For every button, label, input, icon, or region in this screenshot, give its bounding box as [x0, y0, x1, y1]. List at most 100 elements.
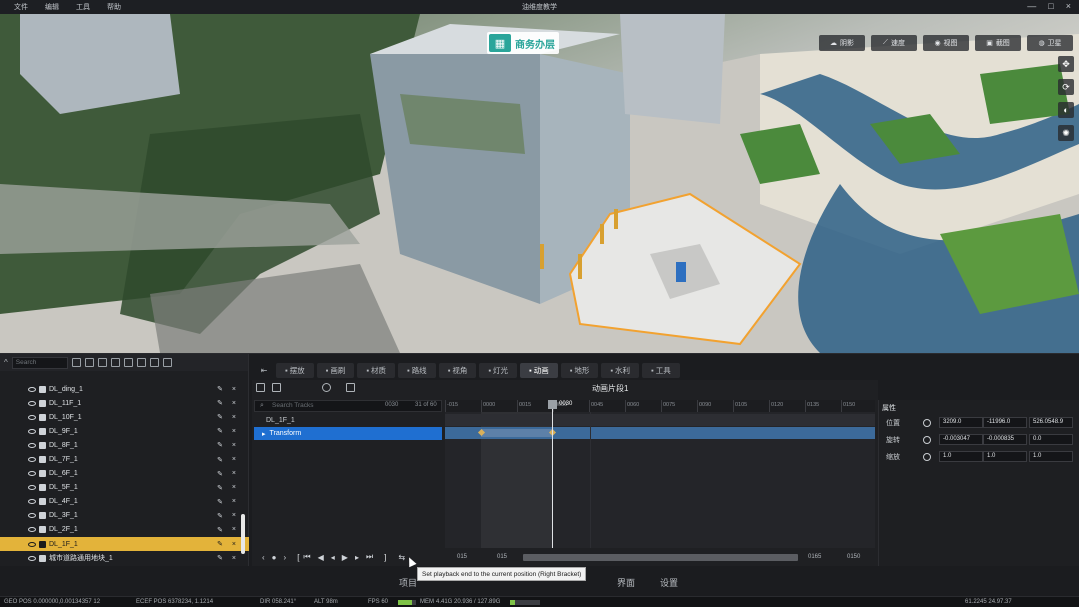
set-end-bracket[interactable]: ] [384, 553, 386, 562]
maximize-icon[interactable]: □ [1048, 1, 1053, 12]
tab-5[interactable]: ▪ 灯光 [479, 363, 518, 378]
speed-button[interactable]: ⟋ 速度 [871, 35, 917, 51]
visibility-icon[interactable] [28, 414, 36, 420]
delete-icon[interactable]: × [232, 428, 236, 435]
visibility-icon[interactable] [28, 541, 36, 547]
visibility-icon[interactable] [28, 527, 36, 533]
delete-icon[interactable]: × [232, 512, 236, 519]
transform-clip-bar[interactable] [481, 429, 553, 437]
visibility-icon[interactable] [28, 555, 36, 561]
delete-icon[interactable]: × [232, 526, 236, 533]
satellite-button[interactable]: ◍ 卫星 [1027, 35, 1073, 51]
prev-frame-icon[interactable]: ◀ [318, 553, 324, 562]
monitor-icon[interactable] [149, 358, 159, 367]
move-icon[interactable]: ✥ [1058, 56, 1074, 72]
delete-icon[interactable]: × [232, 442, 236, 449]
delete-icon[interactable]: × [232, 484, 236, 491]
edit-icon[interactable]: ✎ [217, 540, 223, 548]
collapse-icon[interactable]: ^ [4, 358, 8, 367]
tree-item[interactable]: 城市道路通用地块_1 ✎ × [0, 551, 249, 565]
edit-icon[interactable]: ✎ [217, 526, 223, 534]
nav-interface[interactable]: 界面 [617, 576, 635, 589]
shadow-button[interactable]: ☁ 阴影 [819, 35, 865, 51]
refresh-icon[interactable] [71, 358, 81, 367]
edit-icon[interactable]: ✎ [217, 399, 223, 407]
scene-viewport[interactable]: ▦ 商务办层 ☁ 阴影 ⟋ 速度 ◉ 视图 ▣ 截图 ◍ 卫星 ✥ ⟳ ◐ ✺ [0, 14, 1079, 353]
menu-edit[interactable]: 编辑 [41, 2, 72, 12]
range-end-frame[interactable]: 0150 [847, 554, 860, 560]
edit-icon[interactable]: ✎ [217, 427, 223, 435]
playhead[interactable] [552, 400, 553, 548]
tab-9[interactable]: ▪ 工具 [642, 363, 680, 378]
collapse-all-icon[interactable] [97, 358, 107, 367]
minimize-icon[interactable]: — [1027, 1, 1036, 12]
globe-icon[interactable] [923, 435, 931, 444]
next-frame-icon[interactable]: ▸ [355, 553, 359, 562]
tree-item[interactable]: DL_2F_1 ✎ × [0, 523, 249, 537]
nav-project[interactable]: 项目 [399, 576, 417, 589]
edit-icon[interactable]: ✎ [217, 498, 223, 506]
delete-icon[interactable]: × [232, 541, 236, 548]
timeline-scrollbar[interactable] [523, 554, 798, 561]
visibility-icon[interactable] [28, 457, 36, 463]
expand-arrow-icon[interactable]: ▸ [262, 430, 266, 438]
property-field[interactable]: -0.000835 [983, 434, 1027, 445]
tab-7[interactable]: ▪ 地形 [560, 363, 599, 378]
loop-icon[interactable]: ⇆ [398, 553, 405, 562]
view-button[interactable]: ◉ 视图 [923, 35, 969, 51]
property-field[interactable]: -11996.0 [983, 417, 1027, 428]
track-row[interactable]: DL_1F_1 [254, 414, 442, 427]
edit-icon[interactable]: ✎ [217, 554, 223, 562]
menu-tools[interactable]: 工具 [72, 2, 103, 12]
set-start-bracket[interactable]: [ [297, 553, 299, 562]
globe-icon[interactable] [923, 452, 931, 461]
tab-8[interactable]: ▪ 水利 [601, 363, 640, 378]
menu-help[interactable]: 帮助 [103, 2, 134, 12]
edit-icon[interactable]: ✎ [217, 512, 223, 520]
tab-2[interactable]: ▪ 材质 [357, 363, 396, 378]
visibility-icon[interactable] [28, 442, 36, 448]
edit-icon[interactable]: ✎ [217, 484, 223, 492]
tree-item[interactable]: DL_7F_1 ✎ × [0, 452, 249, 466]
delete-icon[interactable]: × [232, 498, 236, 505]
edit-icon[interactable]: ✎ [217, 385, 223, 393]
delete-icon[interactable]: × [232, 414, 236, 421]
timeline[interactable]: -015 0000 0015 0030 0045 0060 0075 0090 0105 0120… [445, 400, 875, 548]
next-icon[interactable]: › [284, 553, 287, 562]
tree-search-input[interactable]: Search [11, 356, 68, 369]
orbit-icon[interactable]: ◐ [1058, 102, 1074, 118]
list-icon[interactable] [256, 383, 265, 392]
visibility-icon[interactable] [28, 400, 36, 406]
track-row[interactable]: ▸ Transform [254, 427, 442, 440]
tree-item[interactable]: DL_10F_1 ✎ × [0, 410, 249, 424]
visibility-icon[interactable] [28, 471, 36, 477]
delete-icon[interactable]: × [232, 456, 236, 463]
tab-3[interactable]: ▪ 路线 [398, 363, 436, 378]
edit-icon[interactable]: ✎ [217, 441, 223, 449]
cloud-icon[interactable] [322, 383, 331, 392]
view-start-frame[interactable]: 015 [497, 554, 507, 560]
property-field[interactable]: 0.0 [1029, 434, 1073, 445]
close-icon[interactable]: × [1066, 1, 1071, 12]
play-icon[interactable]: ▶ [342, 553, 348, 562]
hierarchy-icon[interactable] [346, 383, 355, 392]
tree-item[interactable]: DL_ding_1 ✎ × [0, 382, 249, 396]
tree-item[interactable]: DL_11F_1 ✎ × [0, 396, 249, 410]
screenshot-button[interactable]: ▣ 截图 [975, 35, 1021, 51]
delete-icon[interactable]: × [232, 400, 236, 407]
tab-1[interactable]: ▪ 画刷 [316, 363, 355, 378]
tree-item[interactable]: DL_3F_1 ✎ × [0, 509, 249, 523]
delete-icon[interactable]: × [232, 470, 236, 477]
last-frame-icon[interactable]: ⏭ [366, 552, 373, 562]
visibility-icon[interactable] [28, 428, 36, 434]
tab-6[interactable]: ▪ 动画 [520, 363, 558, 378]
visibility-icon[interactable] [28, 499, 36, 505]
property-field[interactable]: 1.0 [1029, 451, 1073, 462]
menu-file[interactable]: 文件 [10, 2, 41, 12]
delete-icon[interactable]: × [232, 386, 236, 393]
tree-item[interactable]: DL_8F_1 ✎ × [0, 438, 249, 452]
rotate-icon[interactable]: ⟳ [1058, 79, 1074, 95]
add-key-icon[interactable]: ● [272, 553, 277, 562]
compass-icon[interactable]: ✺ [1058, 125, 1074, 141]
track-search[interactable]: ⌕ Search Tracks 0030 31 of 60 [254, 400, 442, 412]
